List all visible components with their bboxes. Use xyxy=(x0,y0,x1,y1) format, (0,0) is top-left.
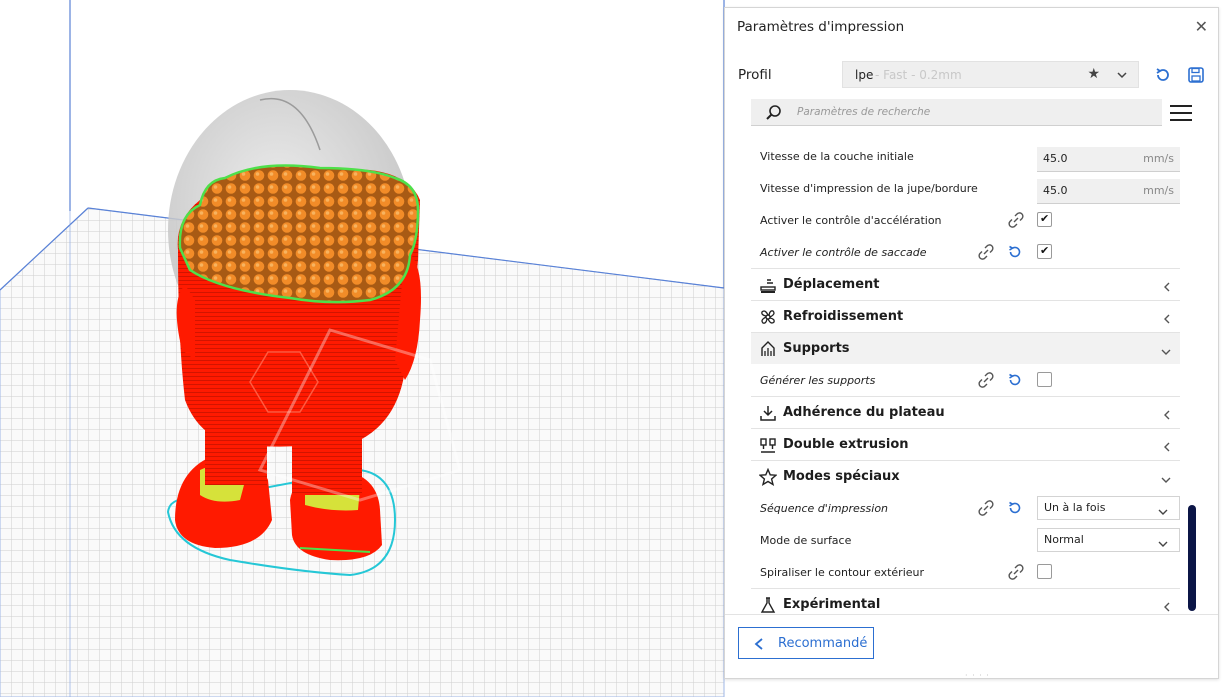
reset-icon[interactable] xyxy=(1007,372,1023,392)
spiralize-checkbox[interactable] xyxy=(1037,564,1052,579)
chevron-left-icon xyxy=(1162,310,1172,329)
setting-label: Mode de surface xyxy=(760,534,852,547)
link-icon[interactable] xyxy=(977,500,995,520)
setting-label: Séquence d'impression xyxy=(760,502,889,515)
chevron-down-icon xyxy=(1116,66,1128,85)
settings-list[interactable]: Vitesse de la couche initiale 45.0 mm/s … xyxy=(751,140,1181,614)
footer-divider xyxy=(725,614,1218,615)
setting-label: Vitesse de la couche initiale xyxy=(760,150,914,163)
category-bed-adhesion[interactable]: Adhérence du plateau xyxy=(751,396,1180,428)
fan-icon xyxy=(759,308,777,330)
surface-mode-select[interactable]: Normal xyxy=(1037,528,1180,552)
category-dual-extrusion[interactable]: Double extrusion xyxy=(751,428,1180,460)
field-value: 45.0 xyxy=(1043,152,1068,165)
category-label: Adhérence du plateau xyxy=(783,405,945,420)
profile-label: Profil xyxy=(738,67,772,83)
chevron-left-icon xyxy=(753,636,765,655)
setting-row-skirt-speed: Vitesse d'impression de la jupe/bordure … xyxy=(751,172,1180,204)
link-icon[interactable] xyxy=(977,244,995,264)
category-travel[interactable]: Déplacement xyxy=(751,268,1180,300)
adhesion-icon xyxy=(759,404,777,426)
initial-layer-speed-field[interactable]: 45.0 mm/s xyxy=(1037,147,1180,172)
reset-icon[interactable] xyxy=(1007,244,1023,264)
category-label: Refroidissement xyxy=(783,309,904,324)
category-special-modes[interactable]: Modes spéciaux xyxy=(751,460,1180,492)
select-value: Un à la fois xyxy=(1044,501,1106,514)
setting-row-initial-layer-speed: Vitesse de la couche initiale 45.0 mm/s xyxy=(751,140,1180,172)
chevron-left-icon xyxy=(1162,406,1172,425)
jerk-control-checkbox[interactable]: ✔ xyxy=(1037,244,1052,259)
category-cooling[interactable]: Refroidissement xyxy=(751,300,1180,332)
profile-subtitle: - Fast - 0.2mm xyxy=(875,68,962,82)
link-icon[interactable] xyxy=(977,372,995,392)
setting-label: Vitesse d'impression de la jupe/bordure xyxy=(760,182,978,195)
search-placeholder: Paramètres de recherche xyxy=(797,106,931,118)
setting-row-jerk-control: Activer le contrôle de saccade ✔ xyxy=(751,236,1180,268)
setting-label: Générer les supports xyxy=(760,374,876,387)
checkmark-icon: ✔ xyxy=(1040,212,1050,225)
category-experimental[interactable]: Expérimental xyxy=(751,588,1180,614)
field-value: 45.0 xyxy=(1043,184,1068,197)
dual-extrusion-icon xyxy=(759,436,777,458)
category-label: Déplacement xyxy=(783,277,880,292)
print-sequence-select[interactable]: Un à la fois xyxy=(1037,496,1180,520)
settings-scrollbar[interactable] xyxy=(1188,505,1196,611)
setting-row-acceleration-control: Activer le contrôle d'accélération ✔ xyxy=(751,204,1180,236)
reset-profile-icon[interactable] xyxy=(1154,66,1172,88)
chevron-left-icon xyxy=(1162,598,1172,614)
star-icon xyxy=(758,467,778,490)
field-unit: mm/s xyxy=(1143,152,1174,165)
star-icon[interactable]: ★ xyxy=(1087,66,1100,82)
setting-row-surface-mode: Mode de surface Normal xyxy=(751,524,1180,556)
acceleration-control-checkbox[interactable]: ✔ xyxy=(1037,212,1052,227)
chevron-down-icon xyxy=(1157,534,1169,553)
link-icon[interactable] xyxy=(1007,564,1025,584)
setting-label: Activer le contrôle de saccade xyxy=(760,246,927,259)
profile-name: lpe xyxy=(855,68,874,82)
setting-row-print-sequence: Séquence d'impression Un à la fois xyxy=(751,492,1180,524)
category-supports[interactable]: Supports xyxy=(751,332,1180,364)
save-icon[interactable] xyxy=(1187,66,1205,88)
chevron-down-icon xyxy=(1160,470,1172,489)
checkmark-icon: ✔ xyxy=(1040,244,1050,257)
chevron-down-icon xyxy=(1160,342,1172,361)
top-infill xyxy=(178,164,420,304)
resize-grip[interactable]: · · · · xyxy=(965,671,990,680)
reset-icon[interactable] xyxy=(1007,500,1023,520)
support-icon xyxy=(759,340,777,362)
search-input[interactable]: Paramètres de recherche xyxy=(751,99,1162,126)
recommended-label: Recommandé xyxy=(778,636,868,651)
travel-icon xyxy=(759,276,777,298)
flask-icon xyxy=(759,596,777,614)
select-value: Normal xyxy=(1044,533,1084,546)
generate-supports-checkbox[interactable] xyxy=(1037,372,1052,387)
skirt-speed-field[interactable]: 45.0 mm/s xyxy=(1037,179,1180,204)
setting-label: Activer le contrôle d'accélération xyxy=(760,214,942,227)
setting-row-generate-supports: Générer les supports xyxy=(751,364,1180,396)
profile-select[interactable]: lpe - Fast - 0.2mm ★ xyxy=(842,61,1139,88)
search-icon xyxy=(765,104,783,126)
category-label: Supports xyxy=(783,341,850,356)
panel-title: Paramètres d'impression xyxy=(737,19,905,35)
print-settings-panel: Paramètres d'impression ✕ Profil lpe - F… xyxy=(724,7,1219,680)
setting-row-spiralize: Spiraliser le contour extérieur xyxy=(751,556,1180,588)
recommended-button[interactable]: Recommandé xyxy=(738,627,874,659)
category-label: Double extrusion xyxy=(783,437,909,452)
field-unit: mm/s xyxy=(1143,184,1174,197)
chevron-down-icon xyxy=(1157,502,1169,521)
menu-icon[interactable] xyxy=(1170,104,1192,126)
close-icon[interactable]: ✕ xyxy=(1195,17,1208,36)
setting-label: Spiraliser le contour extérieur xyxy=(760,566,925,579)
chevron-left-icon xyxy=(1162,278,1172,297)
category-label: Expérimental xyxy=(783,597,881,612)
chevron-left-icon xyxy=(1162,438,1172,457)
category-label: Modes spéciaux xyxy=(783,469,900,484)
link-icon[interactable] xyxy=(1007,212,1025,232)
